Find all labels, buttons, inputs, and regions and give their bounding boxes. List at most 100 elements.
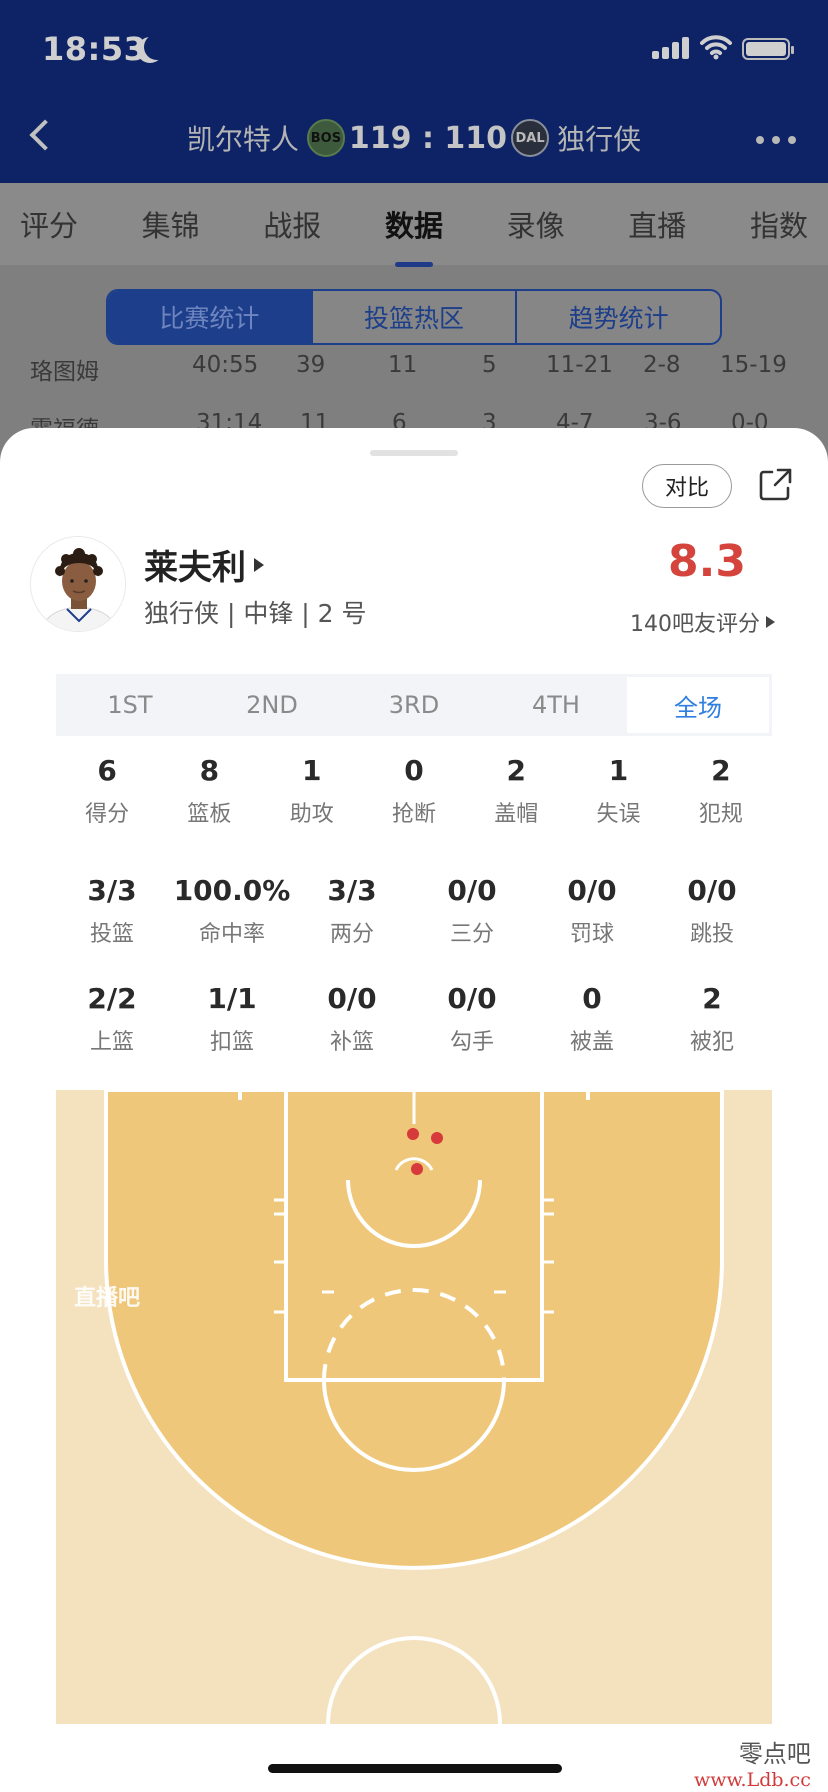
period-tab-4th[interactable]: 4TH [485, 677, 627, 733]
stat-label: 犯规 [698, 802, 743, 827]
tab-data[interactable]: 数据 [385, 203, 443, 245]
subtab-shot-zones[interactable]: 投篮热区 [313, 291, 518, 343]
share-icon[interactable] [758, 466, 794, 502]
tab-rating[interactable]: 评分 [20, 203, 78, 245]
period-tab-3rd[interactable]: 3RD [343, 677, 485, 733]
subtab-trends[interactable]: 趋势统计 [517, 291, 720, 343]
stat-jump-shots: 0/0 跳投 [652, 872, 772, 948]
basic-stats-row: 6 得分 8 篮板 1 助攻 0 抢断 2 盖帽 1 失误 2 犯规 [56, 752, 772, 828]
watermark: 零点吧 www.Ldb.cc [694, 1734, 811, 1791]
shooting-stats-row: 3/3 投篮 100.0% 命中率 3/3 两分 0/0 三分 0/0 罚球 0/0 跳投 [52, 872, 776, 948]
stat-blocked: 0 被盖 [532, 980, 652, 1056]
battery-icon [742, 38, 794, 60]
period-tab-full[interactable]: 全场 [627, 677, 769, 733]
stat-label: 被盖 [569, 1030, 614, 1055]
stat-hook-shots: 0/0 勾手 [412, 980, 532, 1056]
header-bar: 18:53 凯尔特人 BOS 119 : 110 DAL 独行侠 [0, 0, 828, 183]
arrow-right-icon [766, 616, 775, 628]
match-title: 凯尔特人 BOS 119 : 110 DAL 独行侠 [0, 118, 828, 158]
stat-label: 扣篮 [209, 1030, 254, 1055]
stat-value: 0 [582, 982, 602, 1015]
tab-replay[interactable]: 录像 [507, 203, 565, 245]
ft-cell: 15-19 [720, 352, 787, 378]
stat-points: 6 得分 [56, 752, 158, 828]
stat-value: 1/1 [207, 982, 257, 1015]
mavericks-logo-icon: DAL [511, 119, 550, 157]
stat-label: 被犯 [689, 1030, 734, 1055]
subtab-game-stats[interactable]: 比赛统计 [108, 291, 313, 343]
stat-value: 3/3 [327, 874, 377, 907]
stat-label: 罚球 [569, 922, 614, 947]
more-icon[interactable] [756, 136, 796, 144]
tab-live[interactable]: 直播 [628, 203, 686, 245]
shot-made-dot [407, 1128, 419, 1140]
stat-value: 0/0 [327, 982, 377, 1015]
stats-subtabs: 比赛统计 投篮热区 趋势统计 [106, 289, 722, 345]
stat-value: 0/0 [447, 874, 497, 907]
rating-count-link[interactable]: 140吧友评分 [630, 606, 775, 638]
tab-report[interactable]: 战报 [263, 203, 321, 245]
stat-value: 0/0 [447, 982, 497, 1015]
stat-turnovers: 1 失误 [567, 752, 669, 828]
stat-value: 1 [301, 754, 322, 787]
stat-label: 勾手 [449, 1030, 494, 1055]
minutes-cell: 40:55 [192, 352, 259, 378]
shot-chart-court [56, 1090, 772, 1724]
arrow-right-icon [254, 557, 264, 572]
stat-value: 2/2 [87, 982, 137, 1015]
player-rating: 8.3 [668, 536, 746, 587]
stat-value: 3/3 [87, 874, 137, 907]
stat-value: 8 [199, 754, 220, 787]
stat-label: 跳投 [689, 922, 734, 947]
stat-fouls: 2 犯规 [670, 752, 772, 828]
moon-icon [144, 34, 170, 60]
player-name: 莱夫利 [144, 548, 246, 588]
sheet-grabber[interactable] [370, 450, 458, 456]
player-meta: 独行侠 | 中锋 | 2 号 [144, 599, 367, 628]
stat-steals: 0 抢断 [363, 752, 465, 828]
home-team-name: 凯尔特人 [186, 123, 299, 156]
watermark-line2: www.Ldb.cc [694, 1769, 811, 1791]
home-indicator[interactable] [268, 1764, 562, 1773]
main-tabs: 评分 集锦 战报 数据 录像 直播 指数 [0, 183, 828, 265]
tab-odds[interactable]: 指数 [750, 203, 808, 245]
stat-dunks: 1/1 扣篮 [172, 980, 292, 1056]
match-score: 119 : 110 [348, 120, 508, 156]
stat-label: 抢断 [391, 802, 436, 827]
player-photo-icon [31, 537, 125, 631]
fg-cell: 11-21 [546, 352, 613, 378]
stat-value: 2 [711, 754, 731, 787]
stat-label: 篮板 [187, 802, 232, 827]
shot-made-dot [411, 1163, 423, 1175]
stat-label: 三分 [449, 922, 494, 947]
player-avatar[interactable] [30, 536, 126, 632]
stat-value: 2 [506, 754, 526, 787]
stat-two-pt: 3/3 两分 [292, 872, 412, 948]
stat-label: 失误 [596, 802, 641, 827]
player-name-row[interactable]: 莱夫利 [144, 540, 264, 589]
stat-label: 投篮 [89, 922, 134, 947]
stat-three-pt: 0/0 三分 [412, 872, 532, 948]
watermark-line1: 零点吧 [738, 1740, 811, 1768]
tab-highlights[interactable]: 集锦 [142, 203, 200, 245]
stat-rebounds: 8 篮板 [158, 752, 260, 828]
period-tab-1st[interactable]: 1ST [59, 677, 201, 733]
period-tabs: 1ST 2ND 3RD 4TH 全场 [56, 674, 772, 736]
compare-button[interactable]: 对比 [642, 464, 732, 508]
player-stats-sheet: 对比 莱夫利 独行侠 | 中锋 | 2 号 8.3 140吧友评分 1ST 2N… [0, 428, 828, 1792]
wifi-icon [700, 35, 732, 60]
stat-tip-ins: 0/0 补篮 [292, 980, 412, 1056]
away-team-name: 独行侠 [557, 123, 642, 156]
stat-label: 助攻 [289, 802, 334, 827]
celtics-logo-icon: BOS [306, 119, 345, 157]
status-time: 18:53 [42, 30, 147, 68]
shot-type-stats-row: 2/2 上篮 1/1 扣篮 0/0 补篮 0/0 勾手 0 被盖 2 被犯 [52, 980, 776, 1056]
stat-layups: 2/2 上篮 [52, 980, 172, 1056]
stat-label: 得分 [85, 802, 130, 827]
stat-value: 0/0 [567, 874, 617, 907]
period-tab-2nd[interactable]: 2ND [201, 677, 343, 733]
stat-value: 0/0 [687, 874, 737, 907]
stat-label: 上篮 [89, 1030, 134, 1055]
rebounds-cell: 11 [388, 352, 418, 378]
stat-blocks: 2 盖帽 [465, 752, 567, 828]
